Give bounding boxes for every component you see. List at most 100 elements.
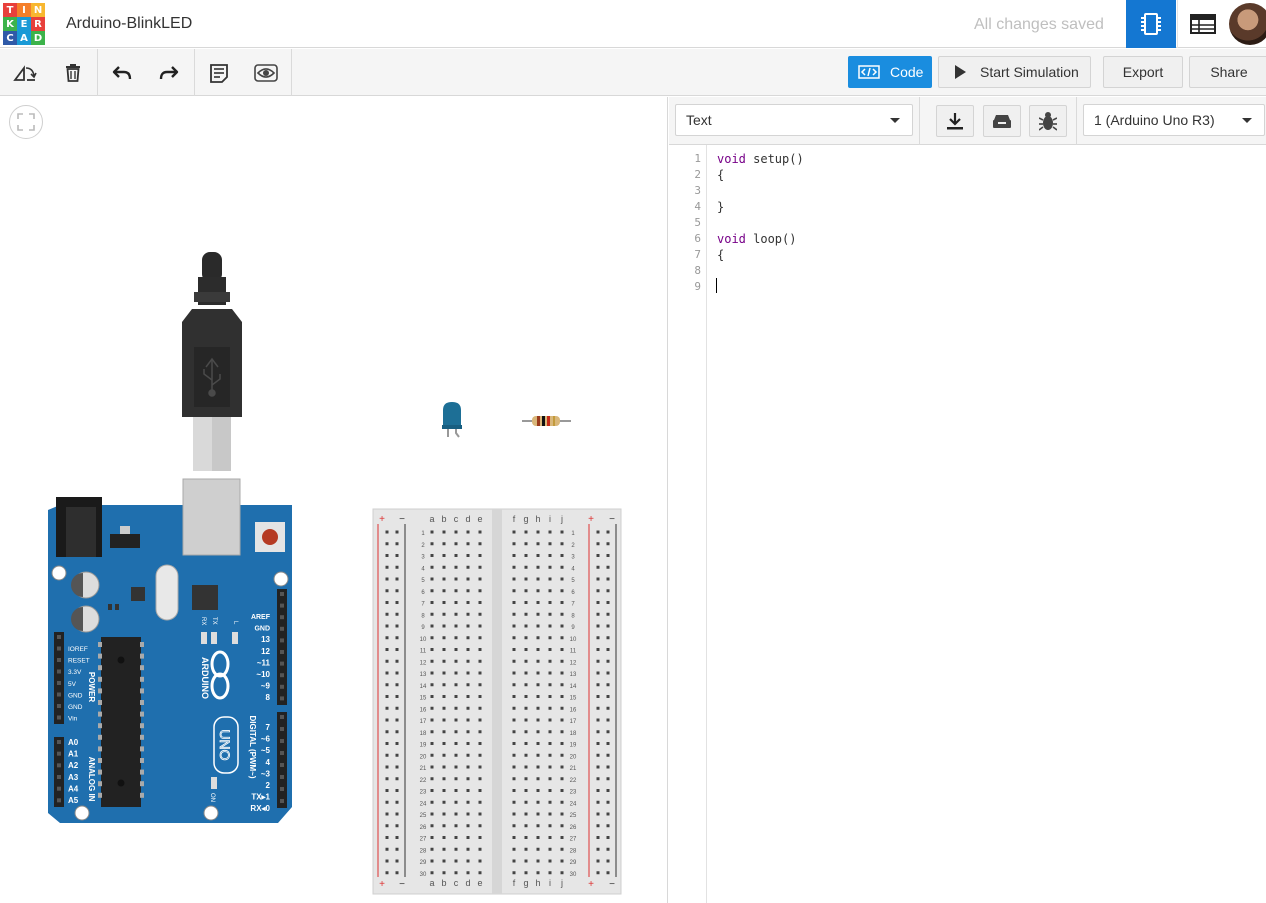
breadboard-hole xyxy=(560,718,564,722)
undo-button[interactable] xyxy=(99,49,145,96)
circuit-canvas[interactable]: IOREF RESET 3.3V 5V GND GND Vin A0 A1 A2 A3 A4 A5 POW… xyxy=(0,97,668,903)
component-list-button[interactable] xyxy=(1177,0,1227,48)
rail-hole xyxy=(606,530,610,534)
usb-socket xyxy=(182,478,241,556)
code-keyword: void xyxy=(717,152,746,166)
rx-led xyxy=(201,632,207,644)
redo-button[interactable] xyxy=(146,49,192,96)
header-socket xyxy=(57,763,61,768)
breadboard-hole xyxy=(560,612,564,616)
project-title[interactable]: Arduino-BlinkLED xyxy=(66,15,192,33)
resistor[interactable] xyxy=(522,416,571,426)
rail-hole xyxy=(385,777,389,781)
reset-button-cap xyxy=(262,529,278,545)
breadboard-hole xyxy=(512,847,516,851)
visibility-button[interactable] xyxy=(243,49,289,96)
breadboard[interactable]: ++−−++−−aabbccddeeffgghhiijj1 12 23 34 45 56 6… xyxy=(372,508,622,895)
chip-pin xyxy=(140,700,144,705)
chip-pin xyxy=(98,723,102,729)
start-simulation-button[interactable]: Start Simulation xyxy=(938,56,1091,88)
header-socket xyxy=(280,626,284,631)
header-socket xyxy=(280,673,284,678)
breadboard-hole xyxy=(430,847,434,851)
row-label: 13 xyxy=(420,672,427,678)
column-label: h xyxy=(535,878,540,888)
breadboard-hole xyxy=(430,671,434,675)
breadboard-hole xyxy=(548,695,552,698)
breadboard-hole xyxy=(512,601,516,604)
header-socket xyxy=(280,615,284,620)
logo-letter: I xyxy=(17,3,31,17)
breadboard-hole xyxy=(442,859,446,863)
rail-hole xyxy=(606,836,610,839)
breadboard-hole xyxy=(512,683,516,687)
code-button[interactable]: Code xyxy=(848,56,932,88)
delete-button[interactable] xyxy=(50,49,96,96)
start-simulation-label: Start Simulation xyxy=(980,64,1079,80)
power-pin-label: Vin xyxy=(68,716,78,723)
rail-hole xyxy=(395,612,399,616)
breadboard-hole xyxy=(548,777,552,781)
row-label: 27 xyxy=(420,837,427,843)
export-button[interactable]: Export xyxy=(1103,56,1183,88)
breadboard-hole xyxy=(430,706,434,710)
breadboard-hole xyxy=(478,718,482,722)
arduino-uno-board[interactable]: IOREF RESET 3.3V 5V GND GND Vin A0 A1 A2 A3 A4 A5 POW… xyxy=(48,478,292,823)
breadboard-hole xyxy=(524,659,528,663)
breadboard-hole xyxy=(478,812,482,816)
breadboard-hole xyxy=(536,836,540,839)
code-mode-select[interactable]: Text xyxy=(675,104,913,136)
tinkercad-logo[interactable]: TINKERCAD xyxy=(3,3,45,45)
blue-led[interactable] xyxy=(442,402,462,438)
rotate-button[interactable] xyxy=(2,49,48,96)
breadboard-hole xyxy=(478,542,482,546)
breadboard-hole xyxy=(524,859,528,863)
breadboard-hole xyxy=(430,753,434,757)
breadboard-hole xyxy=(478,742,482,745)
main-toolbar: Code Start Simulation Export Share xyxy=(0,49,1266,96)
rail-hole xyxy=(395,659,399,663)
breadboard-hole xyxy=(466,601,470,604)
breadboard-hole xyxy=(536,695,540,698)
share-button[interactable]: Share xyxy=(1189,56,1266,88)
rail-hole xyxy=(596,789,600,792)
breadboard-hole xyxy=(560,800,564,804)
breadboard-hole xyxy=(430,577,434,581)
library-button[interactable] xyxy=(983,105,1021,137)
breadboard-hole xyxy=(466,859,470,863)
column-label: b xyxy=(441,514,446,524)
rail-hole xyxy=(596,565,600,569)
breadboard-hole xyxy=(560,648,564,651)
breadboard-hole xyxy=(524,530,528,534)
download-code-button[interactable] xyxy=(936,105,974,137)
rail-hole xyxy=(596,577,600,581)
circuit-view-button[interactable] xyxy=(1126,0,1176,48)
user-avatar[interactable] xyxy=(1229,3,1266,45)
breadboard-hole xyxy=(466,554,470,557)
breadboard-hole xyxy=(466,753,470,757)
breadboard-hole xyxy=(454,777,458,781)
logo-letter: A xyxy=(17,31,31,45)
code-text-area[interactable]: void setup() {} void loop() { xyxy=(669,145,1266,903)
breadboard-hole xyxy=(524,589,528,593)
debugger-button[interactable] xyxy=(1029,105,1067,137)
rail-hole xyxy=(606,636,610,640)
breadboard-hole xyxy=(430,800,434,804)
column-label: a xyxy=(429,878,434,888)
rail-hole xyxy=(395,847,399,851)
breadboard-hole xyxy=(430,836,434,839)
breadboard-hole xyxy=(478,612,482,616)
breadboard-hole xyxy=(536,554,540,557)
rail-hole xyxy=(606,789,610,792)
chip-pin xyxy=(98,781,102,787)
notes-button[interactable] xyxy=(196,49,242,96)
usb-cable[interactable] xyxy=(182,252,242,471)
rail-minus-label: − xyxy=(609,514,615,525)
breadboard-hole xyxy=(560,871,564,875)
device-select[interactable]: 1 (Arduino Uno R3) xyxy=(1083,104,1265,136)
rail-hole xyxy=(596,589,600,593)
breadboard-hole xyxy=(560,706,564,710)
breadboard-hole xyxy=(548,718,552,722)
breadboard-hole xyxy=(466,789,470,792)
analog-pin-label: A2 xyxy=(68,761,79,770)
